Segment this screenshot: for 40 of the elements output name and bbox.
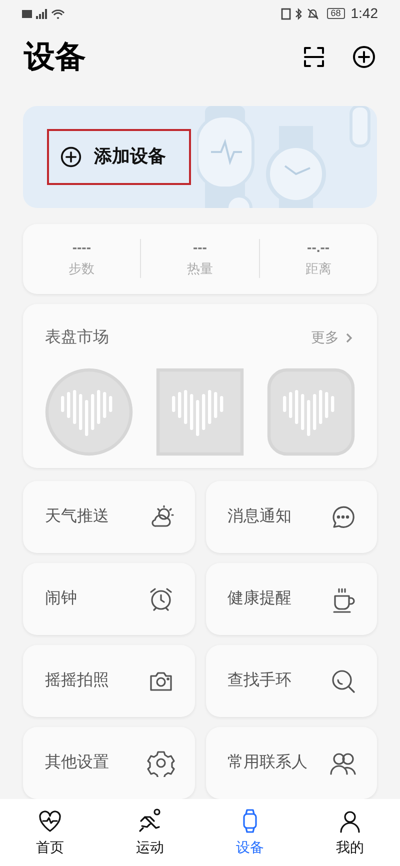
nav-tab[interactable]: 我的 — [300, 807, 400, 858]
feature-label: 常用联系人 — [228, 752, 308, 773]
feature-label: 查找手环 — [228, 670, 292, 691]
clock-time: 1:42 — [350, 4, 378, 24]
feature-label: 消息通知 — [228, 506, 292, 527]
feature-tile[interactable]: 闹钟 — [23, 562, 194, 635]
gear-icon — [146, 748, 174, 777]
add-device-button[interactable]: 添加设备 — [47, 128, 191, 185]
stat-label: 距离 — [305, 260, 332, 278]
feature-label: 其他设置 — [45, 752, 109, 773]
add-icon[interactable] — [352, 45, 376, 70]
section-title: 表盘市场 — [45, 328, 109, 348]
stat-value: ---- — [72, 238, 91, 255]
feature-tile[interactable]: 健康提醒 — [206, 562, 377, 635]
nav-tab[interactable]: 设备 — [200, 807, 300, 858]
status-icons — [280, 8, 321, 20]
feature-label: 天气推送 — [45, 506, 109, 527]
stat-label: 步数 — [68, 260, 95, 278]
feature-tile[interactable]: 查找手环 — [206, 644, 377, 717]
scan-icon[interactable] — [302, 45, 326, 70]
signal-icon — [22, 8, 66, 20]
feature-label: 摇摇拍照 — [45, 670, 109, 691]
feature-tile[interactable]: 其他设置 — [23, 726, 194, 799]
nav-tab[interactable]: 首页 — [0, 807, 100, 858]
stat-value: --.-- — [307, 238, 330, 255]
battery-level: 68 — [326, 8, 345, 20]
stat-label: 热量 — [186, 260, 213, 278]
watch-face-thumbnail[interactable] — [45, 368, 133, 456]
stat-value: --- — [192, 238, 207, 255]
watch-face-thumbnail[interactable] — [267, 368, 355, 456]
feature-tile[interactable]: 常用联系人 — [206, 726, 377, 799]
feature-tile[interactable]: 摇摇拍照 — [23, 644, 194, 717]
feature-label: 健康提醒 — [228, 588, 292, 609]
feature-tile[interactable]: 天气推送 — [23, 480, 194, 553]
watch-face-thumbnail[interactable] — [156, 368, 244, 456]
nav-tab[interactable]: 运动 — [100, 807, 200, 858]
page-title: 设备 — [24, 38, 86, 76]
plus-circle-icon — [60, 146, 82, 168]
feature-label: 闹钟 — [45, 588, 77, 609]
feature-tile[interactable]: 消息通知 — [206, 480, 377, 553]
